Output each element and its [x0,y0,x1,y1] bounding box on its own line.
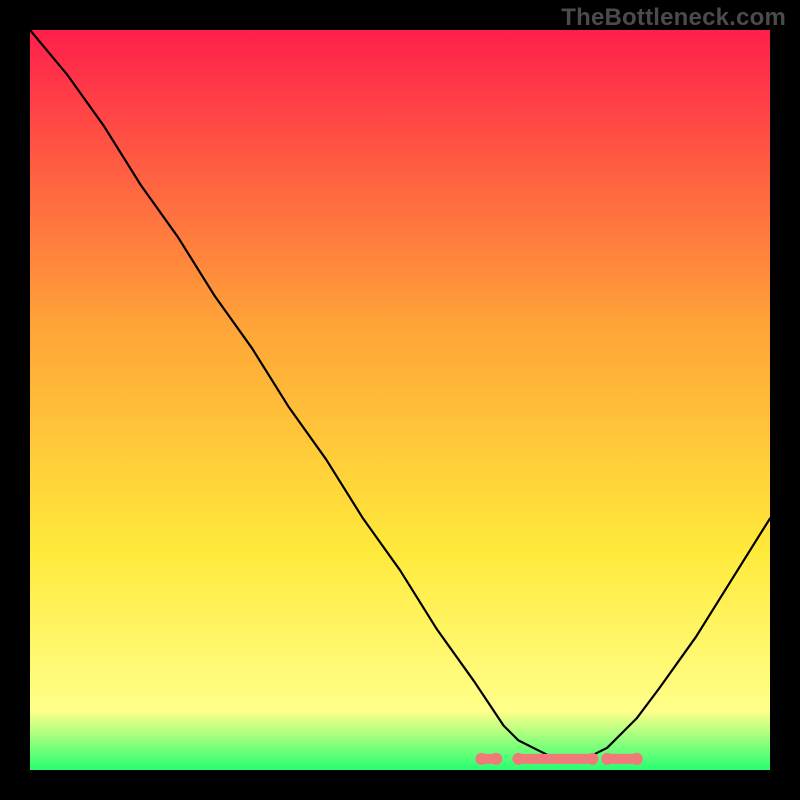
chart-svg [30,30,770,770]
marker-dot-2-1 [631,753,643,765]
chart-frame: TheBottleneck.com [0,0,800,800]
watermark-text: TheBottleneck.com [561,4,786,32]
marker-dot-0-0 [475,753,487,765]
marker-dot-2-0 [601,753,613,765]
marker-dot-1-1 [586,753,598,765]
gradient-background [30,30,770,770]
plot-area [30,30,770,770]
marker-dot-1-0 [512,753,524,765]
marker-dot-0-1 [490,753,502,765]
